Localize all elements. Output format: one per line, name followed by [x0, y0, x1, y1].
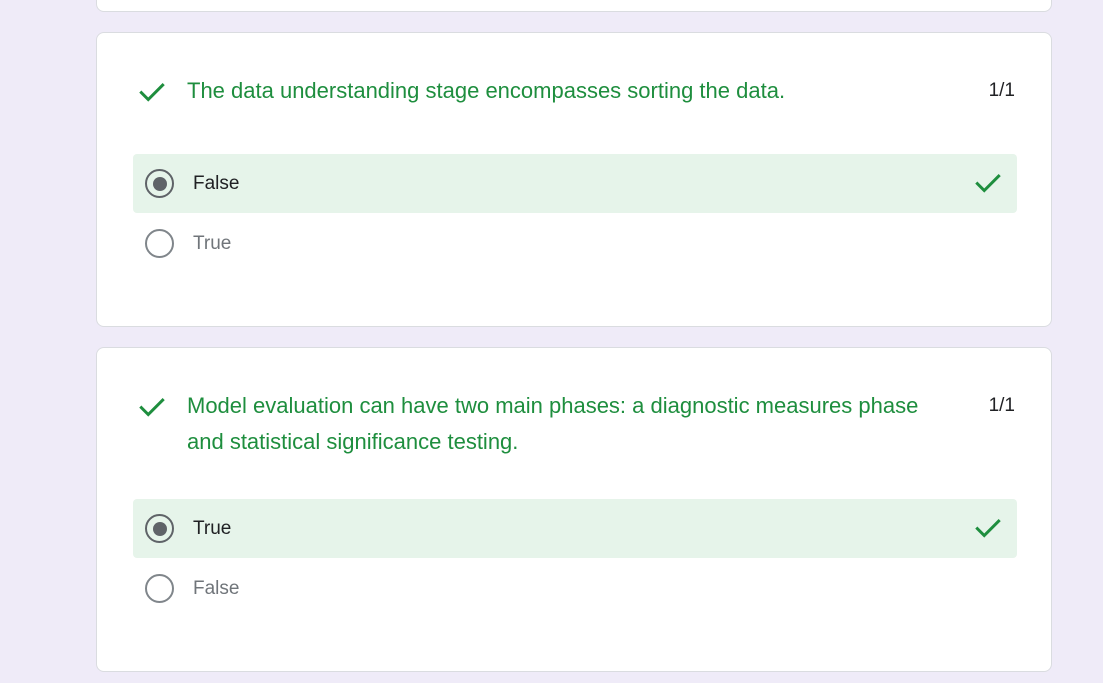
radio-button-checked[interactable] — [145, 169, 174, 198]
question-score: 1/1 — [988, 395, 1015, 416]
question-card-2: Model evaluation can have two main phase… — [96, 347, 1052, 672]
option-true[interactable]: True — [133, 499, 1017, 558]
option-false[interactable]: False — [133, 559, 1017, 618]
option-label: True — [193, 518, 232, 539]
correct-check-icon — [139, 83, 165, 102]
question-text: Model evaluation can have two main phase… — [187, 393, 919, 454]
radio-button-checked[interactable] — [145, 514, 174, 543]
radio-dot — [152, 176, 167, 191]
correct-check-icon — [139, 398, 165, 417]
question-text: The data understanding stage encompasses… — [187, 78, 786, 103]
question-card-1: The data understanding stage encompasses… — [96, 32, 1052, 327]
radio-button-unchecked[interactable] — [145, 574, 174, 603]
option-label: False — [193, 173, 240, 194]
correct-check-icon — [975, 519, 1001, 538]
option-label: True — [193, 233, 232, 254]
previous-question-card — [96, 0, 1052, 12]
option-true[interactable]: True — [133, 214, 1017, 273]
option-label: False — [193, 578, 240, 599]
correct-check-icon — [975, 174, 1001, 193]
radio-button-unchecked[interactable] — [145, 229, 174, 258]
question-score: 1/1 — [988, 80, 1015, 101]
option-false[interactable]: False — [133, 154, 1017, 213]
radio-dot — [152, 521, 167, 536]
